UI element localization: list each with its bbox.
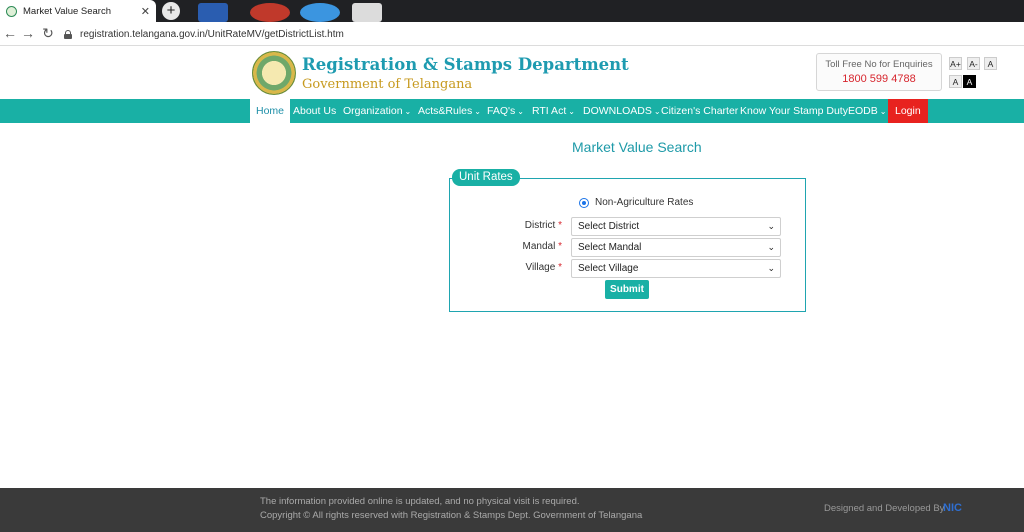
main-nav: Home About Us Organization ⌄ Acts&Rules ⌄ …	[0, 99, 1024, 123]
chevron-down-icon: ⌄	[767, 221, 775, 231]
chevron-down-icon: ⌄	[767, 242, 775, 252]
chevron-down-icon: ⌄	[474, 107, 481, 116]
url-field[interactable]: registration.telangana.gov.in/UnitRateMV…	[64, 25, 964, 43]
village-label-text: Village	[525, 262, 556, 273]
font-decrease-button[interactable]: A-	[967, 57, 980, 70]
footer-copyright: Copyright © All rights reserved with Reg…	[260, 510, 643, 521]
lock-icon	[64, 29, 72, 39]
nav-acts-rules[interactable]: Acts&Rules ⌄	[418, 99, 481, 123]
mandal-label-text: Mandal	[522, 241, 556, 252]
tab-close-icon[interactable]: ✕	[141, 5, 150, 18]
district-label-text: District	[524, 220, 556, 231]
village-label: Village *	[502, 262, 562, 273]
nav-label: DOWNLOADS	[583, 105, 652, 117]
url-text: registration.telangana.gov.in/UnitRateMV…	[80, 28, 344, 40]
background-window-icon	[198, 3, 228, 22]
required-mark: *	[558, 241, 562, 252]
contrast-dark-button[interactable]: A	[963, 75, 976, 88]
back-icon[interactable]: ←	[2, 25, 18, 41]
nav-label: Home	[256, 105, 285, 117]
nav-login[interactable]: Login	[888, 99, 928, 123]
submit-button[interactable]: Submit	[605, 280, 649, 299]
font-increase-button[interactable]: A+	[949, 57, 962, 70]
browser-tab[interactable]: Market Value Search ✕	[0, 0, 156, 22]
telangana-emblem-logo	[252, 51, 296, 95]
font-reset-button[interactable]: A	[984, 57, 997, 70]
unit-rates-legend: Unit Rates	[452, 169, 520, 186]
dept-title: Registration & Stamps Department	[302, 55, 629, 74]
nav-rti-act[interactable]: RTI Act ⌄	[532, 99, 575, 123]
nav-faqs[interactable]: FAQ's ⌄	[487, 99, 524, 123]
chevron-down-icon: ⌄	[404, 107, 412, 116]
nav-downloads[interactable]: DOWNLOADS ⌄	[583, 99, 661, 123]
district-select-value: Select District	[578, 221, 640, 232]
tab-title: Market Value Search	[23, 5, 112, 17]
nav-label: FAQ's	[487, 105, 516, 117]
nav-organization[interactable]: Organization ⌄	[343, 99, 411, 123]
nav-label: About Us	[293, 105, 337, 117]
nic-logo[interactable]: NIC	[943, 502, 962, 514]
chevron-down-icon: ⌄	[879, 107, 887, 116]
required-mark: *	[558, 220, 562, 231]
village-select[interactable]: Select Village ⌄	[571, 259, 781, 278]
tollfree-label: Toll Free No for Enquiries	[825, 59, 933, 70]
non-agriculture-radio-row[interactable]: Non-Agriculture Rates	[579, 197, 693, 208]
mandal-label: Mandal *	[502, 241, 563, 252]
background-window-icon	[352, 3, 382, 22]
new-tab-button[interactable]: +	[162, 2, 180, 20]
reload-icon[interactable]: ↻	[40, 25, 56, 41]
background-window-icon	[250, 3, 290, 22]
nav-label: EODB	[848, 105, 878, 117]
nav-label: Organization	[343, 105, 403, 117]
chevron-down-icon: ⌄	[767, 263, 775, 273]
non-agriculture-radio[interactable]	[579, 197, 589, 208]
mandal-select-value: Select Mandal	[578, 242, 642, 253]
mandal-select[interactable]: Select Mandal ⌄	[571, 238, 781, 257]
browser-tabstrip: Market Value Search ✕ +	[0, 0, 1024, 22]
village-select-value: Select Village	[578, 263, 639, 274]
nav-know-stamp-duty[interactable]: Know Your Stamp Duty	[740, 99, 848, 123]
forward-icon[interactable]: →	[20, 25, 36, 41]
nav-home[interactable]: Home	[250, 99, 291, 123]
footer-credit: Designed and Developed By	[824, 503, 945, 514]
nav-label: Login	[895, 105, 921, 117]
nav-citizens-charter[interactable]: Citizen's Charter	[661, 99, 738, 123]
district-label: District *	[502, 220, 562, 231]
contrast-normal-button[interactable]: A	[949, 75, 962, 88]
non-agriculture-label: Non-Agriculture Rates	[595, 197, 694, 208]
background-window-icon	[300, 3, 340, 22]
chevron-down-icon: ⌄	[653, 107, 661, 116]
page-title: Market Value Search	[572, 139, 702, 155]
nav-label: Know Your Stamp Duty	[740, 105, 848, 117]
tollfree-number: 1800 599 4788	[842, 73, 916, 85]
nav-label: Citizen's Charter	[661, 105, 739, 117]
address-bar: ← → ↻ registration.telangana.gov.in/Unit…	[0, 22, 1024, 46]
site-favicon-icon	[6, 5, 17, 17]
footer-info-text: The information provided online is updat…	[260, 496, 580, 507]
tollfree-box: Toll Free No for Enquiries 1800 599 4788	[816, 53, 942, 91]
chevron-down-icon: ⌄	[568, 107, 575, 116]
govt-title: Government of Telangana	[302, 77, 473, 92]
nav-label: Acts&Rules	[418, 105, 473, 117]
nav-about-us[interactable]: About Us	[293, 99, 336, 123]
nic-logo-text: NIC	[943, 502, 962, 514]
required-mark: *	[558, 262, 562, 273]
nav-eodb[interactable]: EODB ⌄	[848, 99, 886, 123]
nav-label: RTI Act	[532, 105, 567, 117]
chevron-down-icon: ⌄	[517, 107, 524, 116]
district-select[interactable]: Select District ⌄	[571, 217, 781, 236]
